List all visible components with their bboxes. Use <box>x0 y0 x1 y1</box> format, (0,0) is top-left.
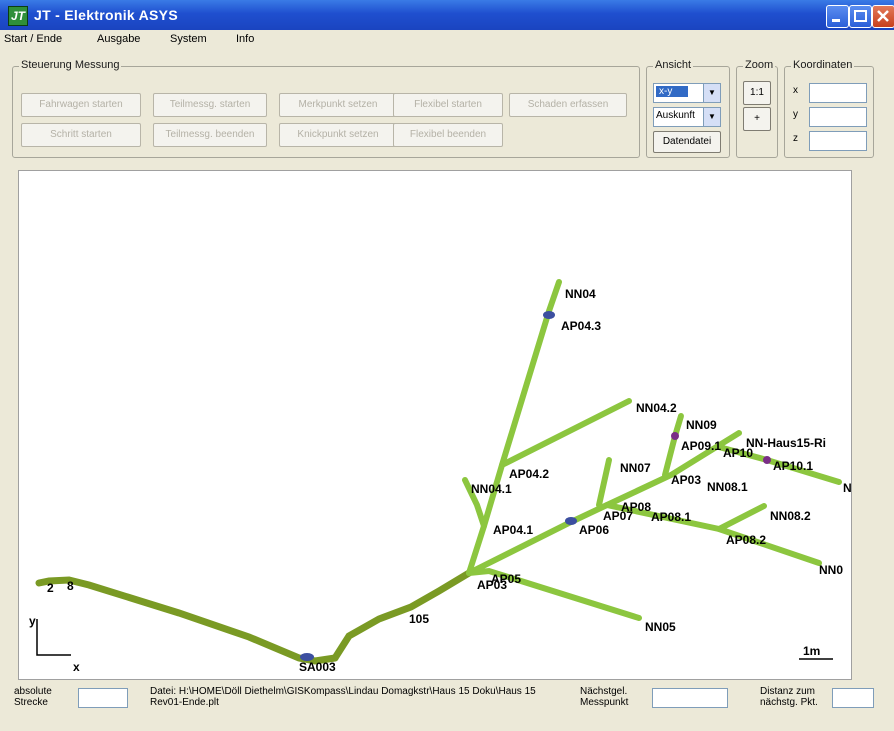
menu-ausgabe[interactable]: Ausgabe <box>97 33 140 45</box>
steuerung-messung-group: Steuerung Messung Fahrwagen starten Teil… <box>12 59 640 158</box>
label-ap03: AP03 <box>477 578 507 592</box>
knickpunkt-setzen-button[interactable]: Knickpunkt setzen <box>279 123 397 147</box>
naechst-messpunkt-label: Nächstgel. Messpunkt <box>580 686 629 708</box>
title-bar: JT JT - Elektronik ASYS <box>0 0 894 30</box>
pipe-network-canvas[interactable]: NN04 AP04.3 NN04.2 NN09 AP09.1 NN-Haus15… <box>18 170 852 680</box>
axis-x-label: x <box>73 660 80 674</box>
menu-bar: Start / Ende Ausgabe System Info <box>0 30 894 50</box>
label-105: 105 <box>409 612 429 626</box>
scale-label: 1m <box>803 644 820 658</box>
pipe-main-east <box>466 430 742 576</box>
schritt-starten-button[interactable]: Schritt starten <box>21 123 141 147</box>
axis-indicator: y x <box>29 614 80 674</box>
distanz-label: Distanz zum nächstg. Pkt. <box>760 686 818 708</box>
zoom-1to1-button[interactable]: 1:1 <box>743 81 771 105</box>
label-nn08-1: NN08.1 <box>707 480 748 494</box>
pipe-branch-nn07 <box>596 457 612 508</box>
zoom-group: Zoom 1:1 + <box>736 59 778 158</box>
window-title: JT - Elektronik ASYS <box>34 7 178 23</box>
label-ap04-3: AP04.3 <box>561 319 601 333</box>
absolute-strecke-label: absolute Strecke <box>14 686 52 708</box>
scale-bar: 1m <box>799 644 833 660</box>
coord-z-label: z <box>793 133 798 144</box>
label-nn08-2: NN08.2 <box>770 509 811 523</box>
datendatei-button[interactable]: Datendatei <box>653 131 721 153</box>
koordinaten-group: Koordinaten x y z <box>784 59 874 158</box>
naechst-messpunkt-field[interactable] <box>652 688 728 708</box>
label-ap08-2: AP08.2 <box>726 533 766 547</box>
label-nn04-2: NN04.2 <box>636 401 677 415</box>
pipe-branch-nn09 <box>662 413 684 478</box>
marker-ap10-1 <box>763 456 771 464</box>
label-nn05: NN05 <box>645 620 676 634</box>
pipe-main-1 <box>35 576 339 665</box>
minimize-icon <box>832 19 840 22</box>
app-logo-icon: JT <box>8 6 28 26</box>
teilmessung-starten-button[interactable]: Teilmessg. starten <box>153 93 267 117</box>
menu-system[interactable]: System <box>170 33 207 45</box>
label-ap04-1: AP04.1 <box>493 523 533 537</box>
absolute-strecke-field[interactable] <box>78 688 128 708</box>
merkpunkt-setzen-button[interactable]: Merkpunkt setzen <box>279 93 397 117</box>
label-2: 2 <box>47 581 54 595</box>
ansicht-group: Ansicht x-y ▼ Auskunft ▼ Datendatei <box>646 59 730 158</box>
pipe-main-2 <box>331 569 473 662</box>
fahrwagen-starten-button[interactable]: Fahrwagen starten <box>21 93 141 117</box>
label-ap07: AP07 <box>603 509 633 523</box>
marker-ap06 <box>565 517 577 525</box>
label-ap08-1: AP08.1 <box>651 510 691 524</box>
mode-value: Auskunft <box>656 110 695 121</box>
zoom-plus-button[interactable]: + <box>743 107 771 131</box>
label-nn07: NN07 <box>620 461 651 475</box>
projection-value: x-y <box>656 86 689 97</box>
coord-z-field[interactable] <box>809 131 867 151</box>
label-ap06: AP06 <box>579 523 609 537</box>
chevron-down-icon: ▼ <box>703 84 720 102</box>
distanz-field[interactable] <box>832 688 874 708</box>
label-nn0: NN0 <box>819 563 843 577</box>
mode-select[interactable]: Auskunft ▼ <box>653 107 721 127</box>
label-ap09-1: AP09.1 <box>681 439 721 453</box>
maximize-icon <box>854 10 867 22</box>
flexibel-beenden-button[interactable]: Flexibel beenden <box>393 123 503 147</box>
label-ap10-1: AP10.1 <box>773 459 813 473</box>
schaden-erfassen-button[interactable]: Schaden erfassen <box>509 93 627 117</box>
label-nn04: NN04 <box>565 287 596 301</box>
teilmessung-beenden-button[interactable]: Teilmessg. beenden <box>153 123 267 147</box>
coord-x-field[interactable] <box>809 83 867 103</box>
label-n: N <box>843 481 851 495</box>
marker-ap04-3 <box>543 311 555 319</box>
coord-y-label: y <box>793 109 798 120</box>
coord-y-field[interactable] <box>809 107 867 127</box>
flexibel-starten-button[interactable]: Flexibel starten <box>393 93 503 117</box>
file-path-text: Datei: H:\HOME\Döll Diethelm\GISKompass\… <box>150 686 536 708</box>
close-button[interactable] <box>872 5 894 28</box>
coord-x-label: x <box>793 85 798 96</box>
label-ap03-top: AP03 <box>671 473 701 487</box>
label-nn09: NN09 <box>686 418 717 432</box>
ansicht-label: Ansicht <box>653 59 694 71</box>
projection-select[interactable]: x-y ▼ <box>653 83 721 103</box>
steuerung-messung-label: Steuerung Messung <box>19 59 122 71</box>
menu-start-ende[interactable]: Start / Ende <box>4 33 62 45</box>
label-nn04-1: NN04.1 <box>471 482 512 496</box>
koordinaten-label: Koordinaten <box>791 59 855 71</box>
maximize-button[interactable] <box>849 5 872 28</box>
menu-info[interactable]: Info <box>236 33 254 45</box>
minimize-button[interactable] <box>826 5 849 28</box>
label-sa003: SA003 <box>299 660 336 674</box>
marker-ap09-1 <box>671 432 679 440</box>
label-ap10: AP10 <box>723 446 753 460</box>
label-8: 8 <box>67 579 74 593</box>
close-icon <box>877 10 889 22</box>
zoom-label: Zoom <box>743 59 776 71</box>
label-nn-haus15: NN-Haus15-Ri <box>746 436 826 450</box>
pipe-branch-nn08-2 <box>716 503 767 532</box>
pipe-network-plot[interactable]: NN04 AP04.3 NN04.2 NN09 AP09.1 NN-Haus15… <box>19 171 851 679</box>
chevron-down-icon: ▼ <box>703 108 720 126</box>
axis-y-label: y <box>29 614 36 628</box>
label-ap04-2: AP04.2 <box>509 467 549 481</box>
